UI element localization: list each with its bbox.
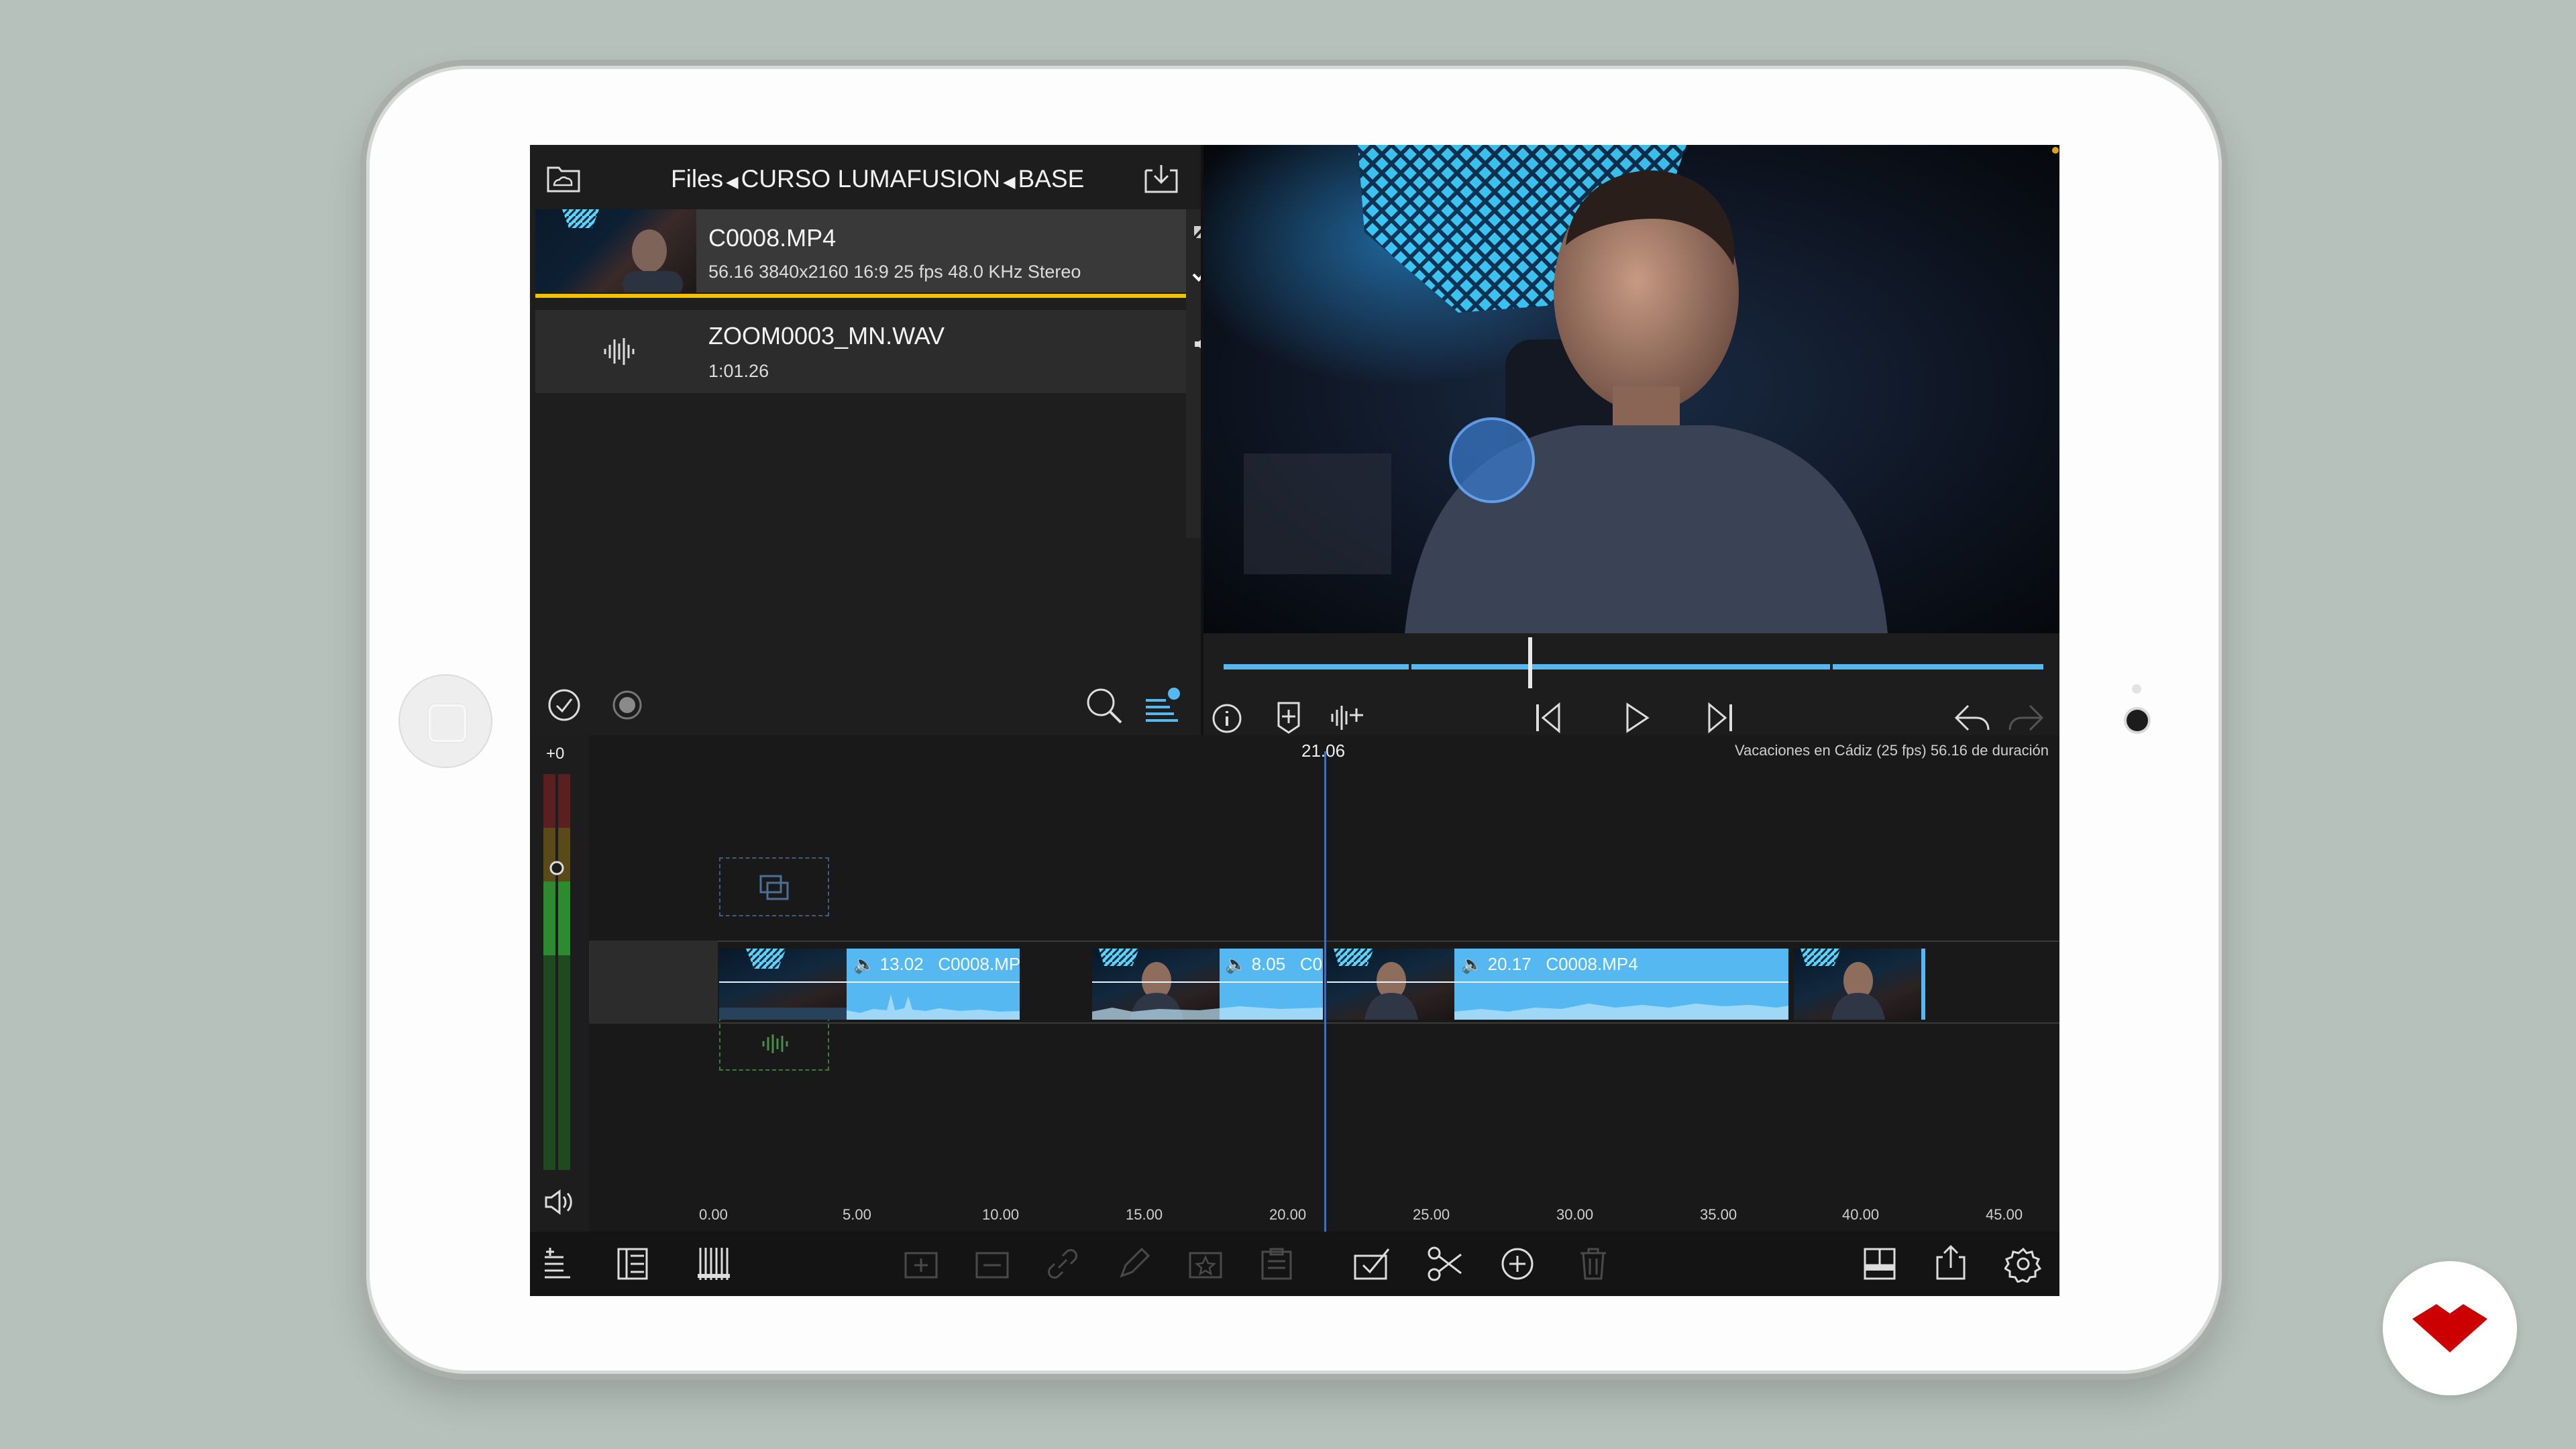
share-icon[interactable]	[1933, 1244, 1968, 1285]
ruler-tick: 25.00	[1413, 1206, 1450, 1223]
brand-logo	[2383, 1261, 2517, 1395]
media-item-meta: 1:01.26	[708, 361, 769, 381]
undo-icon[interactable]	[1952, 700, 1992, 739]
track-list-icon[interactable]	[616, 1246, 649, 1285]
ruler-tick: 0.00	[699, 1206, 728, 1223]
clip-name: C0	[1299, 954, 1323, 974]
clip-label: 🔈 20.17 C0008.MP4	[1461, 954, 1638, 974]
breadcrumb-item-files[interactable]: Files	[671, 165, 723, 193]
audio-waveform-icon	[761, 1032, 789, 1059]
media-item-name: C0008.MP4	[708, 224, 837, 252]
clip-duration: 20.17	[1487, 954, 1532, 974]
search-icon[interactable]	[1084, 686, 1124, 729]
timeline-clip[interactable]: 🔈 8.05 C0	[1092, 949, 1323, 1020]
playhead[interactable]	[1324, 751, 1326, 1232]
ruler-tick: 30.00	[1556, 1206, 1594, 1223]
home-button[interactable]	[398, 674, 492, 768]
ruler-tick: 40.00	[1842, 1206, 1880, 1223]
front-camera	[2127, 710, 2148, 731]
preview-viewer	[1203, 145, 2059, 633]
select-checkbox-icon[interactable]	[1352, 1246, 1391, 1285]
ruler-tick: 35.00	[1700, 1206, 1737, 1223]
clip-name: C0008.MP4	[938, 954, 1020, 974]
new-track-icon[interactable]	[541, 1246, 574, 1285]
record-icon[interactable]	[609, 687, 645, 727]
add-marker-icon[interactable]	[1273, 700, 1304, 739]
cloud-folder-icon[interactable]	[546, 162, 581, 197]
import-icon[interactable]	[1142, 162, 1181, 198]
playhead-time: 21.06	[1301, 741, 1346, 761]
edit-pencil-icon	[1116, 1246, 1151, 1285]
barcode-icon[interactable]	[696, 1246, 730, 1285]
media-item-name: ZOOM0003_MN.WAV	[708, 322, 945, 350]
paste-icon	[1258, 1246, 1295, 1285]
audio-level-meter[interactable]	[542, 774, 573, 1170]
media-item-video[interactable]: C0008.MP4 56.16 3840x2160 16:9 25 fps 48…	[535, 209, 1186, 292]
audio-waveform-icon	[602, 335, 637, 371]
sensor-dot	[2132, 684, 2141, 694]
audio-track-placeholder[interactable]	[719, 1017, 829, 1071]
media-item-meta: 56.16 3840x2160 16:9 25 fps 48.0 KHz Ste…	[708, 262, 1081, 282]
overwrite-icon	[974, 1246, 1010, 1285]
video-track-placeholder[interactable]	[719, 857, 829, 916]
delete-icon	[1578, 1246, 1609, 1285]
redo-icon[interactable]	[2006, 700, 2046, 739]
ruler-tick: 15.00	[1126, 1206, 1163, 1223]
transport-area	[1203, 633, 2059, 735]
select-all-icon[interactable]	[546, 687, 582, 727]
clip-label: 🔈 13.02 C0008.MP4	[853, 954, 1020, 975]
ruler-tick: 5.00	[843, 1206, 871, 1223]
bottom-toolbar	[530, 1232, 2059, 1296]
ruler-tick: 20.00	[1269, 1206, 1307, 1223]
breadcrumb-separator: ◀	[726, 173, 739, 191]
breadcrumb-item-curso[interactable]: CURSO LUMAFUSION	[741, 165, 1000, 193]
timeline-clip[interactable]: 🔈 20.17 C0008.MP4	[1327, 949, 1788, 1020]
volume-label: +0	[546, 745, 565, 763]
breadcrumb-separator: ◀	[1003, 173, 1016, 191]
favorite-icon	[1187, 1246, 1224, 1285]
breadcrumb: Files ◀ CURSO LUMAFUSION ◀ BASE	[671, 165, 1084, 193]
layout-icon[interactable]	[1862, 1246, 1897, 1285]
video-frame	[1203, 145, 2059, 633]
media-item-audio[interactable]: ZOOM0003_MN.WAV 1:01.26	[535, 310, 1186, 393]
ruler-tick: 10.00	[982, 1206, 1020, 1223]
clip-duration: 8.05	[1251, 954, 1286, 974]
scissors-icon[interactable]	[1426, 1245, 1464, 1286]
info-icon[interactable]	[1210, 702, 1244, 739]
overlay-icon	[758, 873, 792, 905]
skip-forward-icon[interactable]	[1703, 700, 1737, 739]
library-header: Files ◀ CURSO LUMAFUSION ◀ BASE	[530, 145, 1201, 209]
clip-thumbnail	[1794, 949, 1921, 1020]
clip-name: C0008.MP4	[1546, 954, 1638, 974]
insert-icon	[903, 1246, 939, 1285]
media-library: Files ◀ CURSO LUMAFUSION ◀ BASE C0008.MP4 56…	[530, 145, 1216, 735]
play-icon[interactable]	[1619, 700, 1654, 739]
clip-label: 🔈 8.05 C0	[1225, 954, 1323, 974]
project-info: Vacaciones en Cádiz (25 fps) 56.16 de du…	[1735, 742, 2049, 759]
sort-filter-icon[interactable]	[1143, 687, 1182, 727]
timeline-clip[interactable]: 🔈 13.02 C0008.MP4	[719, 949, 1020, 1020]
breadcrumb-item-base[interactable]: BASE	[1018, 165, 1085, 193]
skip-back-icon[interactable]	[1531, 700, 1566, 739]
link-icon	[1045, 1246, 1080, 1285]
video-thumbnail	[535, 209, 696, 292]
volume-icon[interactable]	[543, 1187, 576, 1220]
settings-icon[interactable]	[2003, 1245, 2042, 1286]
ruler-tick: 45.00	[1986, 1206, 2023, 1223]
brand-logo-mark	[2412, 1304, 2487, 1352]
add-icon[interactable]	[1499, 1245, 1536, 1286]
clip-duration: 13.02	[879, 954, 924, 974]
app-screen: Files ◀ CURSO LUMAFUSION ◀ BASE C0008.MP4 56…	[530, 145, 2059, 1296]
timeline-clip[interactable]	[1794, 949, 1925, 1020]
selection-indicator	[535, 294, 1193, 298]
voiceover-icon[interactable]	[1328, 700, 1366, 739]
